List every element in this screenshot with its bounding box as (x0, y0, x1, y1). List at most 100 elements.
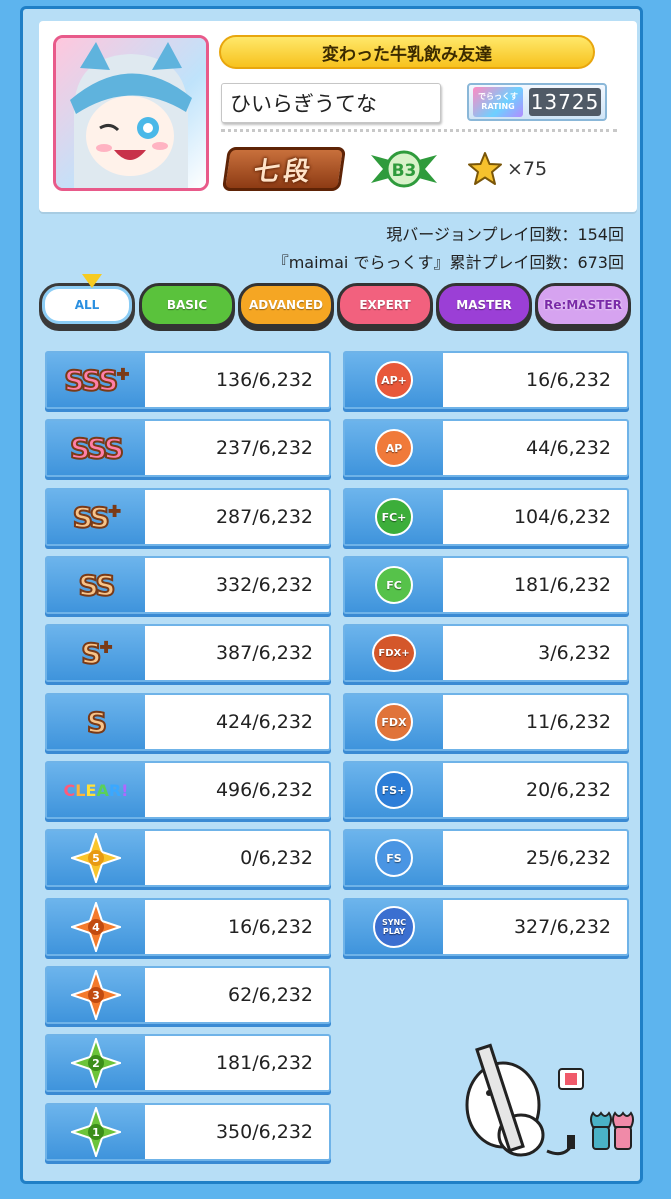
fc-plus-icon: FC+ (345, 490, 443, 544)
class-text: B3 (392, 161, 417, 181)
divider (221, 129, 617, 132)
class-badge: B3 (369, 149, 439, 189)
stat-row-fc-plus: FC+ 104/6,232 (343, 488, 629, 546)
fdx-badge: FDX (375, 703, 413, 741)
stat-row-dx-star-5: 5 0/6,232 (45, 829, 331, 887)
stat-row-fdx-plus: FDX+ 3/6,232 (343, 624, 629, 682)
stat-value: 3/6,232 (538, 642, 611, 664)
ss-rank-icon: SS (47, 558, 145, 612)
ap-icon: AP (345, 421, 443, 475)
stat-value: 496/6,232 (215, 779, 313, 801)
player-data-panel: 変わった牛乳飲み友達 ひいらぎうてな でらっくす RATING 13725 七段… (20, 6, 643, 1184)
ss-plus-rank-icon: SS+ (47, 490, 145, 544)
stat-value: 44/6,232 (526, 437, 611, 459)
fs-plus-badge: FS+ (375, 771, 413, 809)
tab-all[interactable]: ALL (39, 274, 135, 327)
difficulty-tabs: ALL BASIC ADVANCED EXPERT MASTER Re:MAST… (37, 274, 633, 333)
rating-label-top: でらっくす (478, 92, 518, 101)
stat-row-dx-star-2: 2 181/6,232 (45, 1034, 331, 1092)
stat-row-clear: CLEAR! 496/6,232 (45, 761, 331, 819)
dx-star-4-icon: 4 (47, 900, 145, 954)
tab-advanced-label: ADVANCED (248, 298, 323, 312)
sss-rank-icon: SSS (47, 421, 145, 475)
dx-star-2-icon: 2 (47, 1036, 145, 1090)
sync-play-icon: SYNC PLAY (345, 900, 443, 954)
dx-star-2-label: 2 (92, 1057, 100, 1070)
dx-star-4-label: 4 (92, 921, 100, 934)
star-icon (468, 152, 502, 185)
ap-plus-icon: AP+ (345, 353, 443, 407)
stat-value: 62/6,232 (228, 984, 313, 1006)
stat-row-dx-star-3: 3 62/6,232 (45, 966, 331, 1024)
dx-star-3-label: 3 (92, 989, 100, 1002)
stat-value: 237/6,232 (215, 437, 313, 459)
stat-value: 424/6,232 (215, 711, 313, 733)
tab-advanced[interactable]: ADVANCED (238, 283, 334, 327)
stat-value: 136/6,232 (215, 369, 313, 391)
current-version-play-count: 現バージョンプレイ回数：154回 (386, 225, 624, 244)
fc-badge: FC (375, 566, 413, 604)
tab-remaster[interactable]: Re:MASTER (535, 283, 631, 327)
stat-row-fs-plus: FS+ 20/6,232 (343, 761, 629, 819)
fdx-plus-badge: FDX+ (372, 634, 416, 672)
stat-row-ap-plus: AP+ 16/6,232 (343, 351, 629, 409)
s-plus-rank-icon: S+ (47, 626, 145, 680)
stat-value: 11/6,232 (526, 711, 611, 733)
sync-play-badge: SYNC PLAY (373, 906, 415, 948)
tab-master[interactable]: MASTER (436, 283, 532, 327)
stat-value: 25/6,232 (526, 847, 611, 869)
dx-star-5-icon: 5 (47, 831, 145, 885)
stat-row-fs: FS 25/6,232 (343, 829, 629, 887)
stat-value: 0/6,232 (240, 847, 313, 869)
stat-row-ap: AP 44/6,232 (343, 419, 629, 477)
stat-value: 327/6,232 (513, 916, 611, 938)
tab-all-label: ALL (74, 298, 100, 312)
dx-star-1-icon: 1 (47, 1105, 145, 1159)
profile-card: 変わった牛乳飲み友達 ひいらぎうてな でらっくす RATING 13725 七段… (39, 21, 637, 212)
stat-value: 287/6,232 (215, 506, 313, 528)
tab-remaster-label: Re:MASTER (544, 298, 622, 312)
stat-row-dx-star-1: 1 350/6,232 (45, 1103, 331, 1161)
fc-plus-badge: FC+ (375, 498, 413, 536)
s-rank-icon: S (47, 695, 145, 749)
dx-star-3-icon: 3 (47, 968, 145, 1022)
fdx-icon: FDX (345, 695, 443, 749)
stat-value: 350/6,232 (215, 1121, 313, 1143)
tab-basic[interactable]: BASIC (139, 283, 235, 327)
sss-plus-rank-icon: SSS+ (47, 353, 145, 407)
player-name: ひいらぎうてな (221, 83, 441, 123)
stat-value: 332/6,232 (215, 574, 313, 596)
rating-value: 13725 (529, 88, 601, 116)
stat-row-ss-plus: SS+ 287/6,232 (45, 488, 331, 546)
fs-plus-icon: FS+ (345, 763, 443, 817)
player-avatar-icon[interactable] (53, 35, 209, 191)
ap-plus-badge: AP+ (375, 361, 413, 399)
star-count: ×75 (467, 149, 547, 189)
rating-label-bottom: RATING (481, 102, 515, 111)
tab-expert-label: EXPERT (359, 298, 411, 312)
rating-label: でらっくす RATING (473, 87, 523, 117)
total-play-count: 『maimai でらっくす』累計プレイ回数：673回 (272, 253, 624, 272)
stat-value: 104/6,232 (513, 506, 611, 528)
star-count-value: ×75 (507, 158, 548, 180)
stat-row-ss: SS 332/6,232 (45, 556, 331, 614)
dan-badge: 七段 (221, 147, 347, 191)
stat-row-dx-star-4: 4 16/6,232 (45, 898, 331, 956)
stat-value: 181/6,232 (513, 574, 611, 596)
tab-master-label: MASTER (456, 298, 512, 312)
stat-row-s-plus: S+ 387/6,232 (45, 624, 331, 682)
fs-icon: FS (345, 831, 443, 885)
stat-value: 181/6,232 (215, 1052, 313, 1074)
dx-star-1-label: 1 (92, 1126, 100, 1139)
stat-value: 387/6,232 (215, 642, 313, 664)
stat-value: 16/6,232 (228, 916, 313, 938)
clear-icon: CLEAR! (47, 763, 145, 817)
title-plate: 変わった牛乳飲み友達 (219, 35, 595, 69)
stat-value: 16/6,232 (526, 369, 611, 391)
stat-row-s: S 424/6,232 (45, 693, 331, 751)
tab-expert[interactable]: EXPERT (337, 283, 433, 327)
rating-box: でらっくす RATING 13725 (467, 83, 607, 121)
stat-row-fdx: FDX 11/6,232 (343, 693, 629, 751)
mascot-illustration-icon (455, 1031, 635, 1171)
fs-badge: FS (375, 839, 413, 877)
